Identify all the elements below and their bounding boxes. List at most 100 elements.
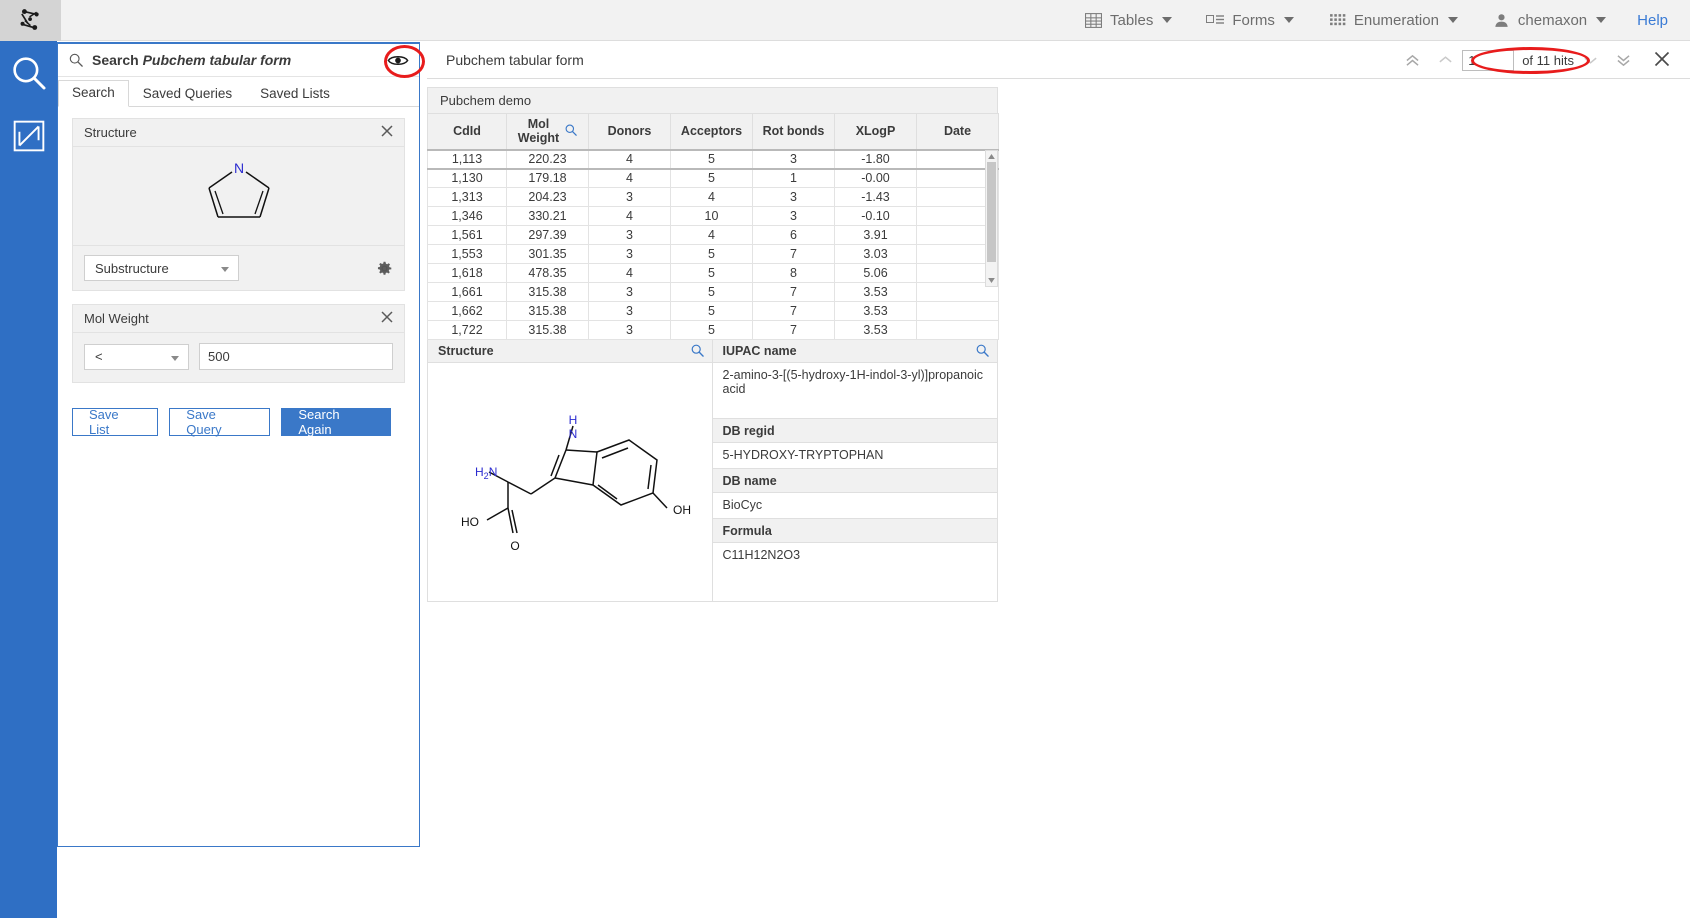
close-icon[interactable] bbox=[378, 309, 396, 328]
scrollbar-thumb[interactable] bbox=[987, 162, 996, 262]
results-scrollbar[interactable] bbox=[985, 150, 998, 287]
hit-index-input[interactable] bbox=[1462, 50, 1514, 71]
table-cell[interactable]: 330.21 bbox=[507, 207, 589, 226]
nav-enumeration[interactable]: Enumeration bbox=[1311, 0, 1475, 41]
table-cell[interactable]: 5 bbox=[671, 169, 753, 188]
table-cell[interactable]: 1,313 bbox=[428, 188, 507, 207]
table-row[interactable]: 1,130179.18451-0.00 bbox=[428, 169, 999, 188]
table-cell[interactable]: 1,661 bbox=[428, 283, 507, 302]
table-cell[interactable]: 7 bbox=[753, 283, 835, 302]
nav-tables[interactable]: Tables bbox=[1067, 0, 1189, 41]
table-row[interactable]: 1,346330.214103-0.10 bbox=[428, 207, 999, 226]
col-donors[interactable]: Donors bbox=[589, 114, 671, 150]
table-cell[interactable]: 5 bbox=[671, 302, 753, 321]
table-cell[interactable]: 7 bbox=[753, 321, 835, 340]
search-again-button[interactable]: Search Again bbox=[281, 408, 391, 436]
table-cell[interactable]: 1,722 bbox=[428, 321, 507, 340]
table-cell[interactable]: 1,130 bbox=[428, 169, 507, 188]
table-row[interactable]: 1,561297.393463.91 bbox=[428, 226, 999, 245]
table-cell[interactable]: 4 bbox=[589, 150, 671, 169]
table-cell[interactable]: 7 bbox=[753, 245, 835, 264]
table-cell[interactable]: 4 bbox=[589, 169, 671, 188]
save-query-button[interactable]: Save Query bbox=[169, 408, 270, 436]
table-row[interactable]: 1,662315.383573.53 bbox=[428, 302, 999, 321]
table-cell[interactable]: 7 bbox=[753, 302, 835, 321]
table-cell[interactable]: 3 bbox=[753, 150, 835, 169]
table-cell[interactable]: 4 bbox=[589, 264, 671, 283]
detail-field-value[interactable]: C11H12N2O3 bbox=[713, 543, 998, 569]
table-cell[interactable]: -0.00 bbox=[835, 169, 917, 188]
table-cell[interactable]: 1 bbox=[753, 169, 835, 188]
detail-structure-canvas[interactable]: H N H2N HO O OH bbox=[428, 363, 712, 601]
scroll-up-icon[interactable] bbox=[986, 151, 997, 162]
close-icon[interactable] bbox=[1640, 49, 1680, 72]
chevron-down-small-icon[interactable] bbox=[1574, 51, 1607, 69]
table-cell[interactable]: 478.35 bbox=[507, 264, 589, 283]
table-cell[interactable]: 5 bbox=[671, 245, 753, 264]
table-cell[interactable]: 1,561 bbox=[428, 226, 507, 245]
gear-icon[interactable] bbox=[376, 260, 393, 277]
table-cell[interactable]: 6 bbox=[753, 226, 835, 245]
table-cell[interactable]: 10 bbox=[671, 207, 753, 226]
tab-saved-lists[interactable]: Saved Lists bbox=[246, 81, 344, 107]
table-cell[interactable]: 3 bbox=[589, 226, 671, 245]
structure-preview[interactable]: N bbox=[73, 147, 404, 246]
table-cell[interactable]: -0.10 bbox=[835, 207, 917, 226]
table-cell[interactable]: 3.91 bbox=[835, 226, 917, 245]
col-xlogp[interactable]: XLogP bbox=[835, 114, 917, 150]
close-icon[interactable] bbox=[378, 123, 396, 142]
table-cell[interactable]: 1,662 bbox=[428, 302, 507, 321]
table-cell[interactable]: 5.06 bbox=[835, 264, 917, 283]
help-link[interactable]: Help bbox=[1623, 12, 1676, 29]
table-cell[interactable]: 4 bbox=[671, 226, 753, 245]
scroll-down-icon[interactable] bbox=[986, 275, 997, 286]
chevron-double-down-icon[interactable] bbox=[1607, 50, 1640, 71]
table-cell[interactable]: 220.23 bbox=[507, 150, 589, 169]
search-icon[interactable] bbox=[976, 344, 989, 357]
table-cell[interactable]: 3 bbox=[753, 188, 835, 207]
table-cell[interactable]: 4 bbox=[671, 188, 753, 207]
detail-field-value[interactable]: 5-HYDROXY-TRYPTOPHAN bbox=[713, 443, 998, 469]
app-logo[interactable] bbox=[0, 0, 61, 41]
col-rot-bonds[interactable]: Rot bonds bbox=[753, 114, 835, 150]
table-cell[interactable]: 3 bbox=[589, 302, 671, 321]
col-acceptors[interactable]: Acceptors bbox=[671, 114, 753, 150]
table-cell[interactable]: 1,113 bbox=[428, 150, 507, 169]
table-cell[interactable]: 1,618 bbox=[428, 264, 507, 283]
chevron-double-up-icon[interactable] bbox=[1396, 50, 1429, 71]
table-cell[interactable]: 3 bbox=[589, 188, 671, 207]
table-cell[interactable]: 8 bbox=[753, 264, 835, 283]
table-cell[interactable]: 301.35 bbox=[507, 245, 589, 264]
search-icon[interactable] bbox=[565, 124, 577, 139]
table-row[interactable]: 1,553301.353573.03 bbox=[428, 245, 999, 264]
table-row[interactable]: 1,313204.23343-1.43 bbox=[428, 188, 999, 207]
nav-forms[interactable]: Forms bbox=[1189, 0, 1311, 41]
table-cell[interactable]: 3 bbox=[589, 321, 671, 340]
col-date[interactable]: Date bbox=[917, 114, 999, 150]
table-cell[interactable]: 204.23 bbox=[507, 188, 589, 207]
table-cell[interactable]: 5 bbox=[671, 283, 753, 302]
table-cell[interactable]: 315.38 bbox=[507, 321, 589, 340]
table-cell[interactable]: 3.53 bbox=[835, 302, 917, 321]
nav-user-menu[interactable]: chemaxon bbox=[1475, 0, 1623, 41]
molweight-operator-select[interactable]: < bbox=[84, 344, 189, 370]
table-cell[interactable]: 5 bbox=[671, 264, 753, 283]
col-mol-weight[interactable]: MolWeight bbox=[507, 114, 589, 150]
chevron-up-icon[interactable] bbox=[1429, 51, 1462, 69]
table-cell[interactable]: 179.18 bbox=[507, 169, 589, 188]
table-cell[interactable]: 297.39 bbox=[507, 226, 589, 245]
table-cell[interactable]: -1.43 bbox=[835, 188, 917, 207]
table-cell[interactable]: 4 bbox=[589, 207, 671, 226]
detail-field-value[interactable]: 2-amino-3-[(5-hydroxy-1H-indol-3-yl)]pro… bbox=[713, 363, 998, 419]
table-cell[interactable]: 3.53 bbox=[835, 283, 917, 302]
table-cell[interactable]: 1,553 bbox=[428, 245, 507, 264]
col-cdid[interactable]: CdId bbox=[428, 114, 507, 150]
eye-icon[interactable] bbox=[387, 53, 411, 68]
table-cell[interactable]: 315.38 bbox=[507, 302, 589, 321]
table-cell[interactable]: 5 bbox=[671, 321, 753, 340]
table-cell[interactable] bbox=[917, 302, 999, 321]
table-row[interactable]: 1,661315.383573.53 bbox=[428, 283, 999, 302]
table-row[interactable]: 1,722315.383573.53 bbox=[428, 321, 999, 340]
table-cell[interactable]: 3 bbox=[589, 245, 671, 264]
table-cell[interactable]: 315.38 bbox=[507, 283, 589, 302]
